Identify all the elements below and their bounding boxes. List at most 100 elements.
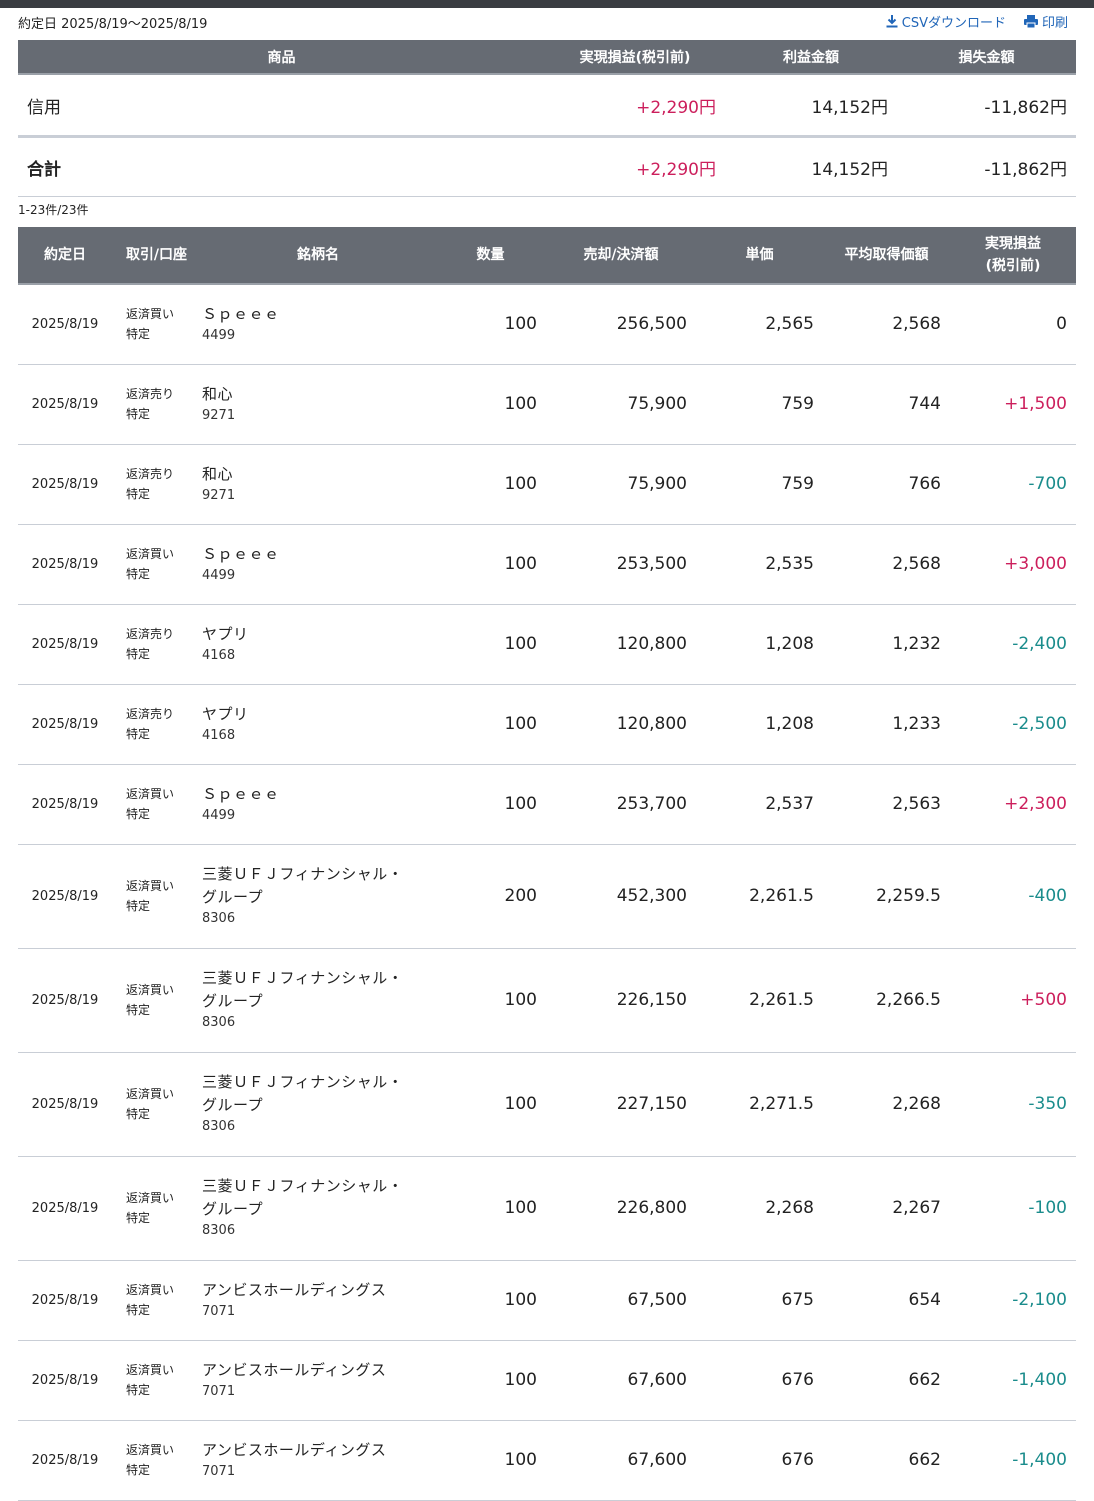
cell-unit-price: 2,268 [696, 1156, 823, 1261]
cell-amount: 75,900 [546, 364, 696, 445]
cell-stock: 和心 9271 [201, 364, 435, 445]
trade-type: 返済買い [126, 547, 175, 561]
trade-type: 返済買い [126, 1443, 175, 1457]
stock-name-link[interactable]: Ｓｐｅｅｅ [202, 543, 435, 566]
cell-avg-cost: 1,232 [823, 604, 950, 685]
cell-trade-account: 返済売り 特定 [112, 364, 201, 445]
col-quantity: 数量 [435, 227, 546, 285]
cell-avg-cost: 1,233 [823, 684, 950, 765]
stock-name-link[interactable]: 三菱ＵＦＪフィナンシャル・グループ [202, 863, 412, 909]
stock-name-link[interactable]: 三菱ＵＦＪフィナンシャル・グループ [202, 1071, 412, 1117]
account-type: 特定 [126, 407, 151, 421]
stock-name-link[interactable]: 和心 [202, 463, 435, 486]
cell-trade-account: 返済買い 特定 [112, 1156, 201, 1261]
col-amount: 売却/決済額 [546, 227, 696, 285]
result-count: 1-23件/23件 [18, 203, 89, 217]
trade-type: 返済買い [126, 983, 175, 997]
trade-type: 返済売り [126, 387, 175, 401]
trade-type: 返済売り [126, 707, 175, 721]
stock-name-link[interactable]: アンビスホールディングス [202, 1279, 435, 1302]
cell-trade-account: 返済売り 特定 [112, 684, 201, 765]
cell-quantity: 100 [435, 684, 546, 765]
summary-col-loss: 損失金額 [897, 40, 1076, 75]
cell-stock: Ｓｐｅｅｅ 4499 [201, 524, 435, 605]
stock-name-link[interactable]: 三菱ＵＦＪフィナンシャル・グループ [202, 967, 412, 1013]
cell-quantity: 100 [435, 764, 546, 845]
trade-type: 返済買い [126, 879, 175, 893]
trade-type: 返済買い [126, 307, 175, 322]
cell-date: 2025/8/19 [18, 1156, 112, 1261]
cell-realized-pl: -2,100 [950, 1260, 1076, 1341]
cell-date: 2025/8/19 [18, 1420, 112, 1501]
trade-type: 返済売り [126, 627, 175, 641]
cell-trade-account: 返済売り 特定 [112, 604, 201, 685]
trade-type: 返済買い [126, 1087, 175, 1101]
stock-name-link[interactable]: Ｓｐｅｅｅ [202, 303, 435, 326]
col-trade-account: 取引/口座 [112, 227, 201, 285]
stock-name-link[interactable]: ヤプリ [202, 703, 435, 726]
cell-stock: ヤプリ 4168 [201, 604, 435, 685]
stock-name-link[interactable]: 和心 [202, 383, 435, 406]
cell-quantity: 100 [435, 1052, 546, 1157]
cell-quantity: 200 [435, 844, 546, 949]
summary-header-row: 商品 実現損益(税引前) 利益金額 損失金額 [18, 40, 1076, 75]
table-row: 2025/8/19 返済売り 特定 ヤプリ 4168 100 120,800 1,208 1,2… [18, 684, 1076, 765]
stock-name-link[interactable]: 三菱ＵＦＪフィナンシャル・グループ [202, 1175, 412, 1221]
stock-name-link[interactable]: アンビスホールディングス [202, 1359, 435, 1382]
cell-quantity: 100 [435, 948, 546, 1053]
stock-name-link[interactable]: アンビスホールディングス [202, 1439, 435, 1462]
cell-avg-cost: 2,267 [823, 1156, 950, 1261]
cell-unit-price: 2,537 [696, 764, 823, 845]
top-bar [0, 0, 1094, 8]
cell-stock: 三菱ＵＦＪフィナンシャル・グループ 8306 [201, 1156, 435, 1261]
cell-amount: 256,500 [546, 284, 696, 365]
stock-name-link[interactable]: ヤプリ [202, 623, 435, 646]
cell-amount: 67,600 [546, 1420, 696, 1501]
summary-pl: +2,290円 [545, 136, 725, 197]
cell-trade-account: 返済買い 特定 [112, 1052, 201, 1157]
cell-realized-pl: +500 [950, 948, 1076, 1053]
cell-date: 2025/8/19 [18, 1340, 112, 1421]
csv-download-link[interactable]: CSVダウンロード [886, 12, 1006, 31]
account-type: 特定 [126, 807, 151, 821]
print-link[interactable]: 印刷 [1023, 12, 1068, 31]
cell-stock: アンビスホールディングス 7071 [201, 1260, 435, 1341]
col-realized-pl: 実現損益 (税引前) [950, 227, 1076, 285]
cell-trade-account: 返済買い 特定 [112, 764, 201, 845]
cell-amount: 226,800 [546, 1156, 696, 1261]
cell-amount: 75,900 [546, 444, 696, 525]
stock-name-link[interactable]: Ｓｐｅｅｅ [202, 783, 435, 806]
stock-code: 4168 [202, 647, 236, 663]
report-actions: CSVダウンロード 印刷 [886, 12, 1068, 31]
cell-stock: アンビスホールディングス 7071 [201, 1420, 435, 1501]
cell-trade-account: 返済買い 特定 [112, 948, 201, 1053]
cell-quantity: 100 [435, 1156, 546, 1261]
summary-col-profit: 利益金額 [725, 40, 897, 75]
col-avg-cost: 平均取得価額 [823, 227, 950, 285]
cell-quantity: 100 [435, 364, 546, 445]
cell-avg-cost: 766 [823, 444, 950, 525]
account-type: 特定 [126, 647, 151, 661]
trade-type: 返済買い [126, 1363, 175, 1377]
summary-row-margin: 信用 +2,290円 14,152円 -11,862円 [18, 74, 1076, 138]
summary-row-total: 合計 +2,290円 14,152円 -11,862円 [18, 136, 1076, 197]
cell-stock: 三菱ＵＦＪフィナンシャル・グループ 8306 [201, 1052, 435, 1157]
stock-code: 8306 [202, 1015, 236, 1030]
detail-table: 約定日 取引/口座 銘柄名 数量 売却/決済額 単価 平均取得価額 実現損益 (… [18, 227, 1076, 1501]
cell-avg-cost: 662 [823, 1340, 950, 1421]
cell-amount: 253,500 [546, 524, 696, 605]
summary-table: 商品 実現損益(税引前) 利益金額 損失金額 信用 +2,290円 14,152… [18, 40, 1076, 197]
cell-quantity: 100 [435, 444, 546, 525]
stock-code: 9271 [202, 487, 236, 503]
cell-amount: 67,500 [546, 1260, 696, 1341]
summary-pl: +2,290円 [545, 74, 725, 138]
cell-unit-price: 2,261.5 [696, 948, 823, 1053]
csv-download-label: CSVダウンロード [901, 16, 1006, 31]
table-row: 2025/8/19 返済買い 特定 Ｓｐｅｅｅ 4499 100 253,500 2,535 2… [18, 524, 1076, 605]
cell-date: 2025/8/19 [18, 524, 112, 605]
cell-trade-account: 返済買い 特定 [112, 1260, 201, 1341]
cell-date: 2025/8/19 [18, 764, 112, 845]
cell-date: 2025/8/19 [18, 284, 112, 365]
cell-stock: 和心 9271 [201, 444, 435, 525]
cell-unit-price: 2,261.5 [696, 844, 823, 949]
